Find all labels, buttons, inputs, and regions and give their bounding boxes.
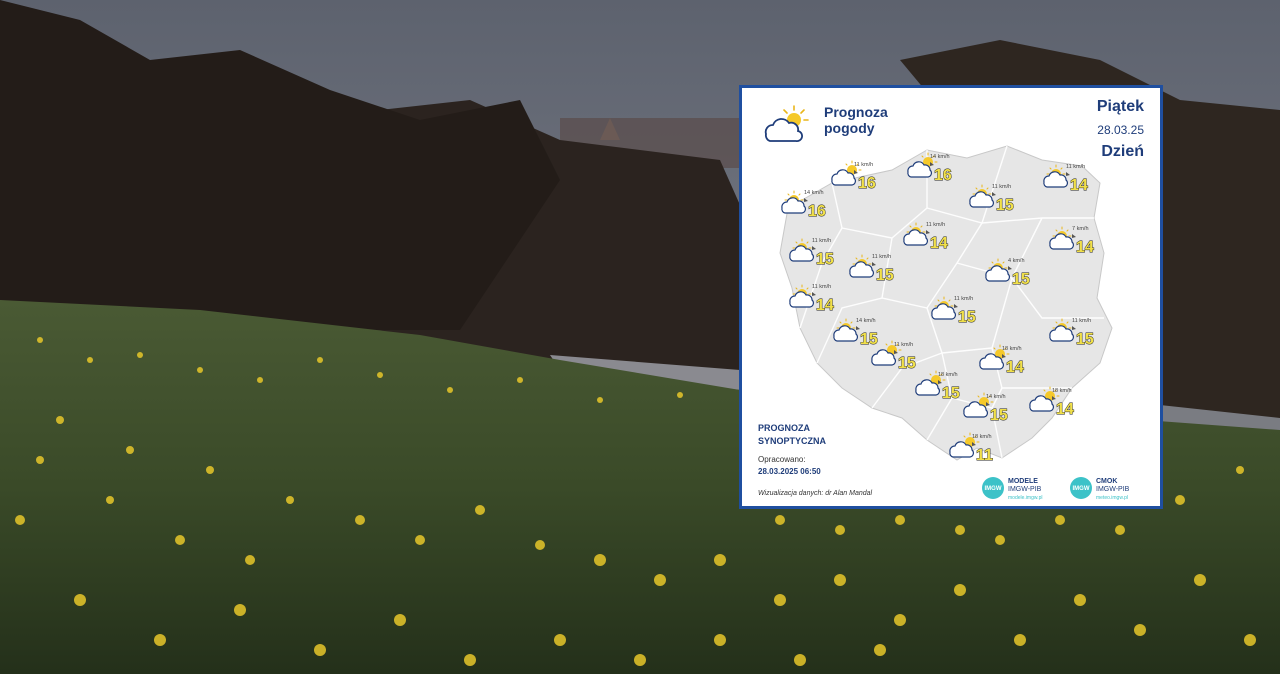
- station-wind: 7 km/h: [1072, 226, 1089, 232]
- station-wind: 18 km/h: [938, 372, 958, 378]
- synoptic-label: PROGNOZA SYNOPTYCZNA: [758, 422, 878, 448]
- title-line-1: Prognoza: [824, 104, 888, 120]
- station-wind: 11 km/h: [894, 342, 913, 348]
- title-line-2: pogody: [824, 120, 875, 136]
- station-wind: 14 km/h: [930, 154, 950, 160]
- station-temperature: 16: [808, 203, 826, 220]
- prepared-date: 28.03.2025 06:50: [758, 467, 821, 476]
- station-temperature: 14: [1006, 359, 1024, 376]
- station-temperature: 15: [1076, 331, 1094, 348]
- station-temperature: 16: [858, 175, 876, 192]
- station-wind: 11 km/h: [1066, 164, 1085, 170]
- station-wind: 18 km/h: [1052, 388, 1072, 394]
- logo-2-text: CMOK IMGW-PIB meteo.imgw.pl: [1096, 478, 1129, 502]
- station-temperature: 11: [976, 447, 993, 464]
- station-wind: 11 km/h: [812, 284, 831, 290]
- logo-1-url: modele.imgw.pl: [1008, 495, 1043, 501]
- logo-1-sub: IMGW-PIB: [1008, 486, 1042, 493]
- station-temperature: 15: [942, 385, 960, 402]
- station-temperature: 16: [934, 167, 952, 184]
- station-temperature: 14: [930, 235, 948, 252]
- station-temperature: 14: [1076, 239, 1094, 256]
- header-weather-icon: [764, 105, 809, 142]
- logo-2-name: CMOK: [1096, 478, 1118, 485]
- synoptic-line-1: PROGNOZA: [758, 423, 811, 433]
- station-temperature: 15: [898, 355, 916, 372]
- station-wind: 11 km/h: [1072, 318, 1091, 324]
- station-wind: 11 km/h: [992, 184, 1011, 190]
- station-temperature: 15: [990, 407, 1008, 424]
- station-wind: 18 km/h: [1002, 346, 1022, 352]
- logo-mark-2: IMGW: [1073, 486, 1090, 492]
- station-temperature: 15: [1012, 271, 1030, 288]
- station-temperature: 14: [1070, 177, 1088, 194]
- visualization-credit: Wizualizacja danych: dr Alan Mandal: [758, 490, 873, 497]
- station-wind: 18 km/h: [972, 434, 992, 440]
- station-wind: 11 km/h: [954, 296, 973, 302]
- station-temperature: 15: [876, 267, 894, 284]
- logo-2-sub: IMGW-PIB: [1096, 486, 1130, 493]
- station-temperature: 15: [958, 309, 976, 326]
- station-temperature: 15: [996, 197, 1014, 214]
- station-wind: 11 km/h: [926, 222, 945, 228]
- station-wind: 14 km/h: [856, 318, 876, 324]
- station-wind: 14 km/h: [986, 394, 1006, 400]
- station-wind: 11 km/h: [812, 238, 831, 244]
- logo-2-url: meteo.imgw.pl: [1096, 495, 1128, 501]
- forecast-title: Prognoza pogody: [824, 104, 888, 136]
- imgw-logo-1: IMGW: [982, 477, 1004, 499]
- logo-1-name: MODELE: [1008, 478, 1038, 485]
- forecast-date: 28.03.25: [1097, 123, 1144, 137]
- station-wind: 14 km/h: [804, 190, 824, 196]
- station-wind: 11 km/h: [854, 162, 873, 168]
- station-wind: 4 km/h: [1008, 258, 1025, 264]
- logo-1-text: MODELE IMGW-PIB modele.imgw.pl: [1008, 478, 1042, 502]
- forecast-card: 11 km/h 16 14 km/h 16 11 km/h 14 14 km/h 16 11 k…: [739, 85, 1163, 509]
- forecast-day: Piątek: [1096, 98, 1144, 115]
- station-wind: 11 km/h: [872, 254, 891, 260]
- station-temperature: 14: [1056, 401, 1074, 418]
- station-temperature: 15: [816, 251, 834, 268]
- sun-cloud-icon: [781, 190, 806, 214]
- station-temperature: 14: [816, 297, 834, 314]
- prepared-label: Opracowano:: [758, 455, 806, 464]
- synoptic-line-2: SYNOPTYCZNA: [758, 436, 827, 446]
- forecast-part-of-day: Dzień: [1101, 143, 1144, 160]
- station-temperature: 15: [860, 331, 878, 348]
- logo-mark-1: IMGW: [985, 486, 1002, 492]
- imgw-logo-2: IMGW: [1070, 477, 1092, 499]
